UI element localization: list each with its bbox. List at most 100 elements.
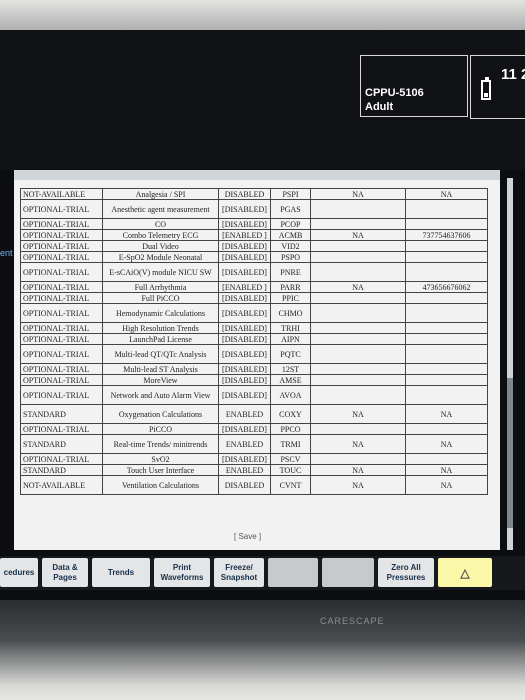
row-col6 [405, 292, 488, 304]
row-status: OPTIONAL-TRIAL [20, 292, 103, 304]
table-row[interactable]: OPTIONAL-TRIAL Anesthetic agent measureme… [20, 199, 488, 219]
table-row[interactable]: OPTIONAL-TRIAL MoreView [DISABLED] AMSE [20, 374, 488, 386]
table-row[interactable]: OPTIONAL-TRIAL High Resolution Trends [DIS… [20, 322, 488, 334]
table-row[interactable]: OPTIONAL-TRIAL Network and Auto Alarm Vie… [20, 385, 488, 405]
row-status: NOT-AVAILABLE [20, 475, 103, 495]
row-status: OPTIONAL-TRIAL [20, 218, 103, 230]
row-code: AVOA [270, 385, 311, 405]
table-row[interactable]: OPTIONAL-TRIAL SvO2 [DISABLED] PSCV [20, 453, 488, 465]
row-state: DISABLED [218, 188, 271, 200]
row-code: TOUC [270, 464, 311, 476]
row-option: Real-time Trends/ minitrends [102, 434, 219, 454]
print-waveforms-button[interactable]: Print Waveforms [154, 558, 210, 587]
table-row[interactable]: OPTIONAL-TRIAL PiCCO [DISABLED] PPCO [20, 423, 488, 435]
row-col5: NA [310, 464, 406, 476]
row-col6: NA [405, 464, 488, 476]
row-code: AMSE [270, 374, 311, 386]
table-row[interactable]: OPTIONAL-TRIAL Full PiCCO [DISABLED] PPIC [20, 292, 488, 304]
row-state: [ENABLED ] [218, 229, 271, 241]
patient-info-box[interactable]: CPPU-5106 Adult [360, 55, 468, 117]
table-row[interactable]: OPTIONAL-TRIAL Multi-lead ST Analysis [DIS… [20, 363, 488, 375]
patient-type: Adult [365, 101, 394, 113]
row-state: [DISABLED] [218, 453, 271, 465]
table-row[interactable]: OPTIONAL-TRIAL E-sCAiO(V) module NICU SW[… [20, 262, 488, 282]
row-option: E-sCAiO(V) module NICU SW [102, 262, 219, 282]
table-row[interactable]: OPTIONAL-TRIAL LaunchPad License [DISABLED… [20, 333, 488, 345]
row-col5 [310, 322, 406, 334]
freeze-snapshot-button[interactable]: Freeze/ Snapshot [214, 558, 264, 587]
table-row[interactable]: OPTIONAL-TRIAL E-SpO2 Module Neonatal [DIS… [20, 251, 488, 263]
row-status: OPTIONAL-TRIAL [20, 344, 103, 364]
zero-all-pressures-button[interactable]: Zero All Pressures [378, 558, 434, 587]
battery-icon [481, 77, 491, 100]
table-row[interactable]: STANDARD Oxygenation Calculations ENABLED C… [20, 404, 488, 424]
row-status: NOT-AVAILABLE [20, 188, 103, 200]
row-state: [DISABLED] [218, 423, 271, 435]
row-state: [DISABLED] [218, 251, 271, 263]
row-code: VID2 [270, 240, 311, 252]
row-status: OPTIONAL-TRIAL [20, 322, 103, 334]
data-pages-button[interactable]: Data & Pages [42, 558, 88, 587]
row-col6 [405, 240, 488, 252]
table-row[interactable]: OPTIONAL-TRIAL Hemodynamic Calculations [D… [20, 303, 488, 323]
row-code: PCOP [270, 218, 311, 230]
row-col6 [405, 344, 488, 364]
row-col6 [405, 374, 488, 386]
blank-button-2[interactable] [322, 558, 374, 587]
row-state: ENABLED [218, 464, 271, 476]
software-options-table: NOT-AVAILABLE Analgesia / SPI DISABLED PSPI… [20, 188, 488, 495]
table-row[interactable]: OPTIONAL-TRIAL Combo Telemetry ECG [ENABLE… [20, 229, 488, 241]
row-code: COXY [270, 404, 311, 424]
row-option: Network and Auto Alarm View [102, 385, 219, 405]
blank-button-1[interactable] [268, 558, 318, 587]
row-option: Combo Telemetry ECG [102, 229, 219, 241]
save-button[interactable]: [ Save ] [234, 532, 261, 541]
row-col5 [310, 251, 406, 263]
row-col6 [405, 322, 488, 334]
row-code: ACMB [270, 229, 311, 241]
table-row[interactable]: OPTIONAL-TRIAL Full Arrhythmia [ENABLED ] P… [20, 281, 488, 293]
table-row[interactable]: OPTIONAL-TRIAL Dual Video [DISABLED] VID2 [20, 240, 488, 252]
row-code: TRHI [270, 322, 311, 334]
row-col5: NA [310, 229, 406, 241]
row-col6: NA [405, 188, 488, 200]
row-option: Analgesia / SPI [102, 188, 219, 200]
row-status: STANDARD [20, 434, 103, 454]
row-code: PPIC [270, 292, 311, 304]
row-option: E-SpO2 Module Neonatal [102, 251, 219, 263]
procedures-button[interactable]: cedures [0, 558, 38, 587]
row-state: [DISABLED] [218, 199, 271, 219]
scrollbar[interactable] [507, 178, 513, 550]
table-row[interactable]: OPTIONAL-TRIAL CO [DISABLED] PCOP [20, 218, 488, 230]
row-col5 [310, 218, 406, 230]
row-col5 [310, 292, 406, 304]
trends-button[interactable]: Trends [92, 558, 150, 587]
table-row[interactable]: NOT-AVAILABLE Ventilation Calculations DIS… [20, 475, 488, 495]
row-col5 [310, 240, 406, 252]
row-state: [DISABLED] [218, 322, 271, 334]
row-option: Hemodynamic Calculations [102, 303, 219, 323]
row-option: Ventilation Calculations [102, 475, 219, 495]
row-col6 [405, 333, 488, 345]
table-row[interactable]: NOT-AVAILABLE Analgesia / SPI DISABLED PSPI… [20, 188, 488, 200]
row-status: OPTIONAL-TRIAL [20, 333, 103, 345]
row-col5 [310, 262, 406, 282]
table-row[interactable]: STANDARD Real-time Trends/ minitrends ENAB… [20, 434, 488, 454]
row-code: PPCO [270, 423, 311, 435]
table-row[interactable]: STANDARD Touch User Interface ENABLED TOUC N… [20, 464, 488, 476]
row-col6 [405, 199, 488, 219]
row-code: PQTC [270, 344, 311, 364]
row-status: OPTIONAL-TRIAL [20, 281, 103, 293]
row-code: AIPN [270, 333, 311, 345]
row-state: [DISABLED] [218, 292, 271, 304]
row-col5: NA [310, 188, 406, 200]
table-row[interactable]: OPTIONAL-TRIAL Multi-lead QT/QTc Analysis… [20, 344, 488, 364]
row-option: Touch User Interface [102, 464, 219, 476]
scrollbar-thumb[interactable] [507, 378, 513, 528]
row-col5 [310, 385, 406, 405]
alarm-button[interactable]: △ [438, 558, 492, 587]
row-col5 [310, 303, 406, 323]
row-state: [DISABLED] [218, 363, 271, 375]
row-option: Oxygenation Calculations [102, 404, 219, 424]
row-state: [DISABLED] [218, 303, 271, 323]
